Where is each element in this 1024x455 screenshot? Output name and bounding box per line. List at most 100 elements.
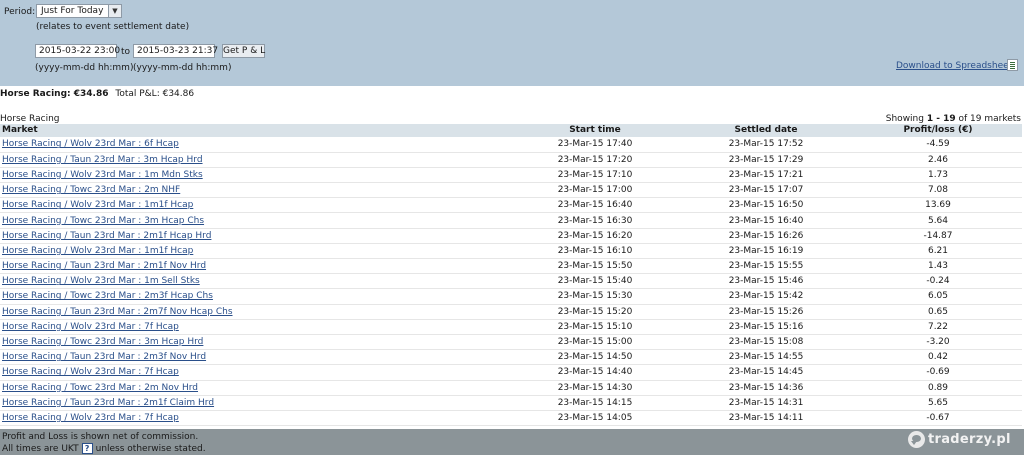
period-select-value: Just For Today [41, 6, 104, 16]
table-row: Horse Racing / Wolv 23rd Mar : 1m Sell S… [0, 273, 1022, 290]
results-count: Showing 1 - 19 of 19 markets [886, 114, 1021, 124]
totals-line: Horse Racing: €34.86 Total P&L: €34.86 [0, 89, 194, 99]
market-cell: Horse Racing / Towc 23rd Mar : 2m NHF [0, 182, 512, 199]
profit-loss-cell: 7.22 [854, 319, 1022, 335]
market-link[interactable]: Horse Racing / Towc 23rd Mar : 2m Nov Hr… [2, 383, 198, 393]
table-row: Horse Racing / Towc 23rd Mar : 3m Hcap C… [0, 212, 1022, 229]
market-link[interactable]: Horse Racing / Taun 23rd Mar : 2m7f Nov … [2, 307, 233, 317]
results-count-suffix: of 19 markets [958, 114, 1021, 124]
market-link[interactable]: Horse Racing / Wolv 23rd Mar : 1m Mdn St… [2, 170, 203, 180]
start-time-cell: 23-Mar-15 16:10 [512, 243, 678, 260]
market-link[interactable]: Horse Racing / Wolv 23rd Mar : 7f Hcap [2, 367, 179, 377]
market-link[interactable]: Horse Racing / Wolv 23rd Mar : 1m Sell S… [2, 276, 200, 286]
profit-loss-cell: -3.20 [854, 334, 1022, 351]
section-title: Horse Racing [0, 114, 60, 124]
table-row: Horse Racing / Wolv 23rd Mar : 7f Hcap 23… [0, 319, 1022, 335]
profit-loss-cell: 1.43 [854, 258, 1022, 275]
market-link[interactable]: Horse Racing / Wolv 23rd Mar : 1m1f Hcap [2, 200, 193, 210]
column-header-start-time[interactable]: Start time [512, 124, 678, 137]
settled-date-cell: 23-Mar-15 14:11 [678, 410, 854, 427]
results-count-range: 1 - 19 [926, 114, 956, 124]
market-link[interactable]: Horse Racing / Towc 23rd Mar : 3m Hcap H… [2, 337, 203, 347]
settlement-date-note: (relates to event settlement date) [36, 22, 190, 32]
settled-date-cell: 23-Mar-15 14:55 [678, 349, 854, 366]
get-pl-button[interactable]: Get P & L [222, 44, 265, 58]
settled-date-cell: 23-Mar-15 15:46 [678, 273, 854, 290]
market-link[interactable]: Horse Racing / Towc 23rd Mar : 2m3f Hcap… [2, 291, 213, 301]
column-header-settled-date[interactable]: Settled date [678, 124, 854, 137]
table-row: Horse Racing / Wolv 23rd Mar : 7f Hcap 23… [0, 410, 1022, 427]
timezone-note: All times are UKT? unless otherwise state… [2, 443, 206, 454]
spreadsheet-icon[interactable] [1007, 59, 1018, 71]
watermark-text: traderzy.pl [928, 432, 1011, 447]
profit-loss-cell: 6.21 [854, 243, 1022, 260]
start-time-cell: 23-Mar-15 15:30 [512, 288, 678, 305]
speech-bubble-icon [908, 431, 925, 448]
settled-date-cell: 23-Mar-15 16:19 [678, 243, 854, 260]
table-row: Horse Racing / Wolv 23rd Mar : 1m1f Hcap… [0, 197, 1022, 214]
profit-loss-cell: -0.69 [854, 364, 1022, 381]
start-time-cell: 23-Mar-15 17:00 [512, 182, 678, 199]
market-cell: Horse Racing / Wolv 23rd Mar : 7f Hcap [0, 319, 512, 335]
profit-loss-cell: 5.65 [854, 395, 1022, 411]
market-link[interactable]: Horse Racing / Taun 23rd Mar : 2m1f Nov … [2, 261, 206, 271]
market-link[interactable]: Horse Racing / Taun 23rd Mar : 2m1f Hcap… [2, 231, 211, 241]
market-cell: Horse Racing / Towc 23rd Mar : 2m Nov Hr… [0, 380, 512, 396]
profit-loss-cell: -14.87 [854, 228, 1022, 244]
start-time-cell: 23-Mar-15 14:50 [512, 349, 678, 366]
market-link[interactable]: Horse Racing / Wolv 23rd Mar : 7f Hcap [2, 413, 179, 423]
market-cell: Horse Racing / Wolv 23rd Mar : 1m Mdn St… [0, 167, 512, 184]
profit-loss-cell: 0.89 [854, 380, 1022, 396]
settled-date-cell: 23-Mar-15 17:52 [678, 137, 854, 153]
table-row: Horse Racing / Taun 23rd Mar : 3m Hcap H… [0, 152, 1022, 168]
market-cell: Horse Racing / Wolv 23rd Mar : 6f Hcap [0, 137, 512, 153]
table-row: Horse Racing / Wolv 23rd Mar : 1m1f Hcap… [0, 243, 1022, 260]
date-to-input[interactable]: 2015-03-23 21:37 [133, 44, 218, 58]
table-row: Horse Racing / Taun 23rd Mar : 2m1f Hcap… [0, 228, 1022, 244]
settled-date-cell: 23-Mar-15 16:26 [678, 228, 854, 244]
market-link[interactable]: Horse Racing / Wolv 23rd Mar : 1m1f Hcap [2, 246, 193, 256]
market-cell: Horse Racing / Towc 23rd Mar : 2m3f Hcap… [0, 288, 512, 305]
market-cell: Horse Racing / Taun 23rd Mar : 2m1f Clai… [0, 395, 512, 411]
start-time-cell: 23-Mar-15 14:05 [512, 410, 678, 427]
market-link[interactable]: Horse Racing / Taun 23rd Mar : 3m Hcap H… [2, 155, 203, 165]
settled-date-cell: 23-Mar-15 17:29 [678, 152, 854, 168]
column-header-market[interactable]: Market [0, 124, 512, 137]
results-table: Market Start time Settled date Profit/lo… [0, 124, 1022, 427]
watermark: traderzy.pl [908, 431, 1011, 448]
market-link[interactable]: Horse Racing / Taun 23rd Mar : 2m1f Clai… [2, 398, 214, 408]
market-link[interactable]: Horse Racing / Towc 23rd Mar : 2m NHF [2, 185, 180, 195]
market-link[interactable]: Horse Racing / Towc 23rd Mar : 3m Hcap C… [2, 216, 204, 226]
column-header-profit-loss[interactable]: Profit/loss (€) [854, 124, 1022, 137]
market-cell: Horse Racing / Taun 23rd Mar : 3m Hcap H… [0, 152, 512, 168]
table-row: Horse Racing / Towc 23rd Mar : 2m3f Hcap… [0, 288, 1022, 305]
start-time-cell: 23-Mar-15 14:40 [512, 364, 678, 381]
market-link[interactable]: Horse Racing / Taun 23rd Mar : 2m3f Nov … [2, 352, 206, 362]
settled-date-cell: 23-Mar-15 16:50 [678, 197, 854, 214]
settled-date-cell: 23-Mar-15 15:16 [678, 319, 854, 335]
table-row: Horse Racing / Wolv 23rd Mar : 6f Hcap 23… [0, 137, 1022, 153]
start-time-cell: 23-Mar-15 17:40 [512, 137, 678, 153]
download-spreadsheet-link[interactable]: Download to Spreadsheet [896, 61, 1012, 71]
to-label: to [121, 47, 131, 57]
help-icon[interactable]: ? [81, 443, 93, 454]
profit-loss-cell: 13.69 [854, 197, 1022, 214]
chevron-down-icon[interactable]: ▼ [108, 5, 121, 17]
date-from-input[interactable]: 2015-03-22 23:00 [35, 44, 120, 58]
period-label: Period: [4, 7, 36, 17]
settled-date-cell: 23-Mar-15 15:08 [678, 334, 854, 351]
settled-date-cell: 23-Mar-15 16:40 [678, 212, 854, 229]
market-cell: Horse Racing / Taun 23rd Mar : 2m3f Nov … [0, 349, 512, 366]
market-cell: Horse Racing / Taun 23rd Mar : 2m1f Nov … [0, 258, 512, 275]
market-cell: Horse Racing / Wolv 23rd Mar : 1m1f Hcap [0, 243, 512, 260]
market-link[interactable]: Horse Racing / Wolv 23rd Mar : 7f Hcap [2, 322, 179, 332]
commission-note: Profit and Loss is shown net of commissi… [2, 432, 199, 442]
settled-date-cell: 23-Mar-15 15:26 [678, 304, 854, 320]
start-time-cell: 23-Mar-15 15:40 [512, 273, 678, 290]
table-row: Horse Racing / Towc 23rd Mar : 2m NHF 23-… [0, 182, 1022, 199]
profit-loss-cell: 1.73 [854, 167, 1022, 184]
profit-loss-cell: 2.46 [854, 152, 1022, 168]
settled-date-cell: 23-Mar-15 14:45 [678, 364, 854, 381]
market-link[interactable]: Horse Racing / Wolv 23rd Mar : 6f Hcap [2, 139, 179, 149]
period-select[interactable]: Just For Today ▼ [36, 4, 122, 18]
